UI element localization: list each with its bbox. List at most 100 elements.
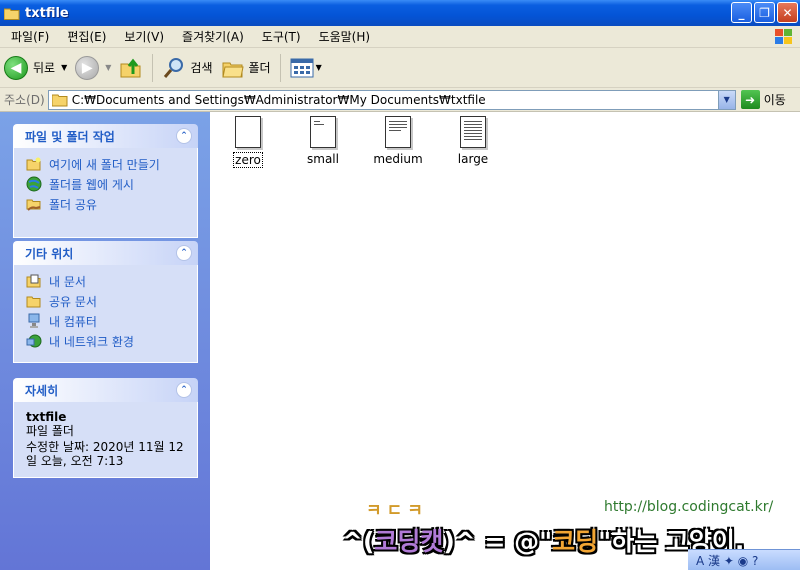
- detail-modified-cont: 일 오늘, 오전 7:13: [26, 454, 124, 468]
- forward-button[interactable]: ▶ ▼: [71, 51, 115, 85]
- my-computer-icon: [28, 313, 40, 328]
- watermark-part: 코딩: [552, 527, 599, 556]
- menu-view[interactable]: 보기(V): [113, 28, 171, 45]
- task-label: 폴더 공유: [49, 197, 97, 212]
- minimize-button[interactable]: _: [731, 2, 752, 23]
- watermark-logo: ㅋㄷㅋ: [366, 501, 428, 521]
- task-share-folder[interactable]: 폴더 공유: [26, 194, 197, 214]
- chevron-down-icon[interactable]: ▼: [61, 63, 67, 72]
- chevron-down-icon[interactable]: ▼: [316, 63, 322, 72]
- toolbar: ◀ 뒤로 ▼ ▶ ▼ 검색 폴더 ▼: [0, 48, 800, 88]
- back-label: 뒤로: [33, 61, 56, 75]
- forward-arrow-icon: ▶: [75, 55, 100, 80]
- watermark-part: )^ = @": [443, 527, 553, 556]
- watermark-part: ^(: [342, 527, 375, 556]
- address-label: 주소(D): [4, 93, 45, 107]
- toolbar-separator: [279, 53, 281, 82]
- place-network[interactable]: 내 네트워크 환경: [26, 331, 197, 351]
- place-label: 내 문서: [49, 274, 86, 289]
- folder-icon: [51, 94, 68, 106]
- panel-header[interactable]: 기타 위치 ⌃: [13, 241, 198, 265]
- task-label: 여기에 새 폴더 만들기: [49, 157, 160, 172]
- toolbar-separator: [152, 53, 154, 82]
- task-pane: 파일 및 폴더 작업 ⌃ 여기에 새 폴더 만들기 폴더를 웹에 게시 폴더 공…: [0, 112, 210, 570]
- chevron-down-icon[interactable]: ▼: [105, 63, 111, 72]
- text-file-icon: [235, 116, 261, 148]
- menu-file[interactable]: 파일(F): [0, 28, 56, 45]
- file-item-small[interactable]: small: [288, 116, 358, 166]
- address-path: C:₩Documents and Settings₩Administrator₩…: [71, 92, 486, 107]
- window-title: txtfile: [25, 5, 69, 21]
- file-item-medium[interactable]: medium: [363, 116, 433, 166]
- place-label: 내 컴퓨터: [49, 314, 97, 329]
- menu-help[interactable]: 도움말(H): [308, 28, 378, 45]
- folders-button[interactable]: 폴더: [217, 51, 275, 85]
- new-folder-icon: [26, 157, 41, 171]
- task-publish-web[interactable]: 폴더를 웹에 게시: [26, 174, 197, 194]
- search-label: 검색: [190, 61, 213, 75]
- my-documents-icon: [26, 274, 41, 288]
- file-tasks-panel: 파일 및 폴더 작업 ⌃ 여기에 새 폴더 만들기 폴더를 웹에 게시 폴더 공…: [13, 124, 198, 238]
- place-my-documents[interactable]: 내 문서: [26, 271, 197, 291]
- back-arrow-icon: ◀: [4, 55, 28, 80]
- back-button[interactable]: ◀ 뒤로 ▼: [0, 51, 71, 85]
- windows-logo-icon: [774, 28, 794, 46]
- shared-documents-icon: [26, 296, 41, 308]
- language-bar[interactable]: A 漢 ✦ ◉ ?: [688, 549, 800, 570]
- file-item-large[interactable]: large: [438, 116, 508, 166]
- text-file-icon: [310, 116, 336, 148]
- place-my-computer[interactable]: 내 컴퓨터: [26, 311, 197, 331]
- menu-bar: 파일(F) 편집(E) 보기(V) 즐겨찾기(A) 도구(T) 도움말(H): [0, 26, 800, 48]
- watermark-url: http://blog.codingcat.kr/: [604, 499, 774, 515]
- menu-favorites[interactable]: 즐겨찾기(A): [171, 28, 251, 45]
- up-folder-icon: [120, 58, 141, 77]
- globe-icon: [26, 176, 42, 192]
- file-name: zero: [233, 152, 263, 168]
- address-bar: 주소(D) C:₩Documents and Settings₩Administ…: [0, 88, 800, 112]
- go-button[interactable]: ➜ 이동: [740, 90, 786, 109]
- place-label: 내 네트워크 환경: [49, 334, 134, 349]
- folders-label: 폴더: [248, 61, 271, 75]
- file-name: medium: [373, 152, 423, 166]
- panel-header[interactable]: 파일 및 폴더 작업 ⌃: [13, 124, 198, 148]
- folder-icon: [3, 7, 20, 20]
- up-folder-button[interactable]: [115, 51, 147, 85]
- place-label: 공유 문서: [49, 294, 97, 309]
- menu-tools[interactable]: 도구(T): [251, 28, 308, 45]
- task-label: 폴더를 웹에 게시: [49, 177, 134, 192]
- search-button[interactable]: 검색: [158, 51, 216, 85]
- details-panel: 자세히 ⌃ txtfile 파일 폴더 수정한 날짜: 2020년 11월 12…: [13, 378, 198, 478]
- collapse-icon[interactable]: ⌃: [176, 245, 192, 261]
- network-icon: [26, 334, 42, 348]
- close-button[interactable]: ✕: [777, 2, 798, 23]
- watermark-part: 코딩캣: [374, 527, 444, 556]
- views-icon: [290, 58, 314, 77]
- folders-icon: [221, 62, 244, 77]
- collapse-icon[interactable]: ⌃: [176, 128, 192, 144]
- watermark-text: ^(코딩캣)^ = @"코딩"하는 고양이.: [342, 522, 744, 558]
- title-bar: txtfile _ ❐ ✕: [0, 0, 800, 26]
- menu-edit[interactable]: 편집(E): [56, 28, 113, 45]
- panel-title: 기타 위치: [25, 246, 74, 261]
- views-button[interactable]: ▼: [286, 51, 326, 85]
- address-input[interactable]: C:₩Documents and Settings₩Administrator₩…: [47, 89, 736, 110]
- shared-folder-icon: [26, 199, 41, 211]
- chevron-down-icon[interactable]: ▼: [717, 90, 735, 109]
- file-item-zero[interactable]: zero: [213, 116, 283, 168]
- search-icon: [164, 57, 184, 78]
- text-file-icon: [460, 116, 486, 148]
- place-shared-documents[interactable]: 공유 문서: [26, 291, 197, 311]
- panel-header[interactable]: 자세히 ⌃: [13, 378, 198, 402]
- panel-title: 파일 및 폴더 작업: [25, 129, 115, 144]
- go-label: 이동: [763, 93, 786, 107]
- text-file-icon: [385, 116, 411, 148]
- file-name: small: [307, 152, 339, 166]
- other-places-panel: 기타 위치 ⌃ 내 문서 공유 문서 내 컴퓨터 내 네트워크 환경: [13, 241, 198, 363]
- ime-icon[interactable]: A 漢 ✦ ◉ ?: [696, 552, 758, 569]
- detail-name: txtfile: [26, 410, 67, 424]
- collapse-icon[interactable]: ⌃: [176, 382, 192, 398]
- file-name: large: [457, 152, 489, 166]
- maximize-button[interactable]: ❐: [754, 2, 775, 23]
- task-new-folder[interactable]: 여기에 새 폴더 만들기: [26, 154, 197, 174]
- panel-title: 자세히: [25, 383, 59, 398]
